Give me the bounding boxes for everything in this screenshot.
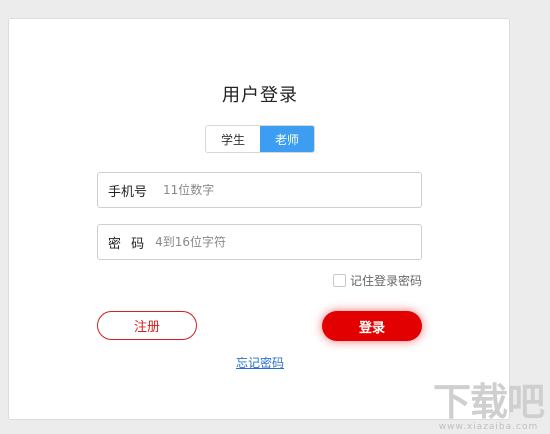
remember-label: 记住登录密码 [350, 274, 423, 288]
phone-input[interactable] [147, 182, 421, 198]
phone-field: 手机号 [97, 172, 422, 208]
password-input[interactable] [147, 234, 421, 250]
register-button[interactable]: 注册 [97, 311, 197, 340]
role-teacher-tab[interactable]: 老师 [260, 126, 314, 152]
login-button[interactable]: 登录 [322, 311, 422, 341]
phone-label: 手机号 [108, 184, 148, 200]
remember-checkbox[interactable] [333, 274, 346, 287]
password-label: 密 码 [108, 236, 148, 252]
role-toggle: 学生 老师 [205, 125, 315, 153]
watermark-url: www.xiazaiba.com [438, 422, 539, 432]
forgot-password-link[interactable]: 忘记密码 [236, 356, 284, 370]
password-field: 密 码 [97, 224, 422, 260]
watermark-text: 下载吧 [432, 380, 545, 424]
remember-password[interactable]: 记住登录密码 [333, 272, 422, 289]
page-title: 用户登录 [222, 85, 298, 106]
login-card: 用户登录 学生 老师 手机号 密 码 记住登录密码 注册 登录 忘记密码 [8, 18, 510, 420]
watermark-logo: 下载吧 www.xiazaiba.com [432, 380, 545, 432]
forgot-password-row: 忘记密码 [9, 352, 511, 371]
role-student-tab[interactable]: 学生 [206, 126, 260, 152]
